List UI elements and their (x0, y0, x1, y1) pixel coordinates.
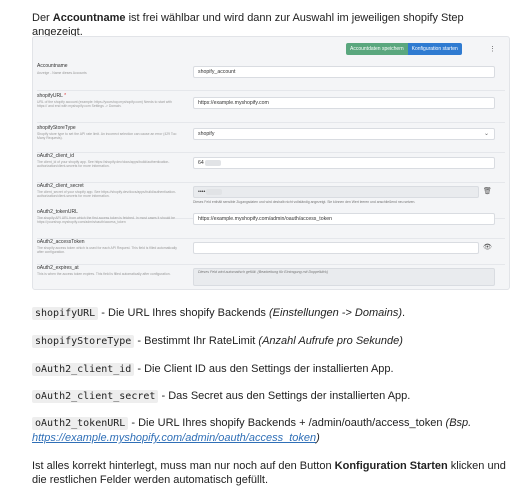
storetype-selected-value: shopify (198, 131, 215, 137)
redacted-mask (204, 159, 221, 166)
toolbar: Accountdaten speichern Konfiguration sta… (346, 43, 462, 55)
account-form-panel: Accountdaten speichern Konfiguration sta… (32, 36, 510, 290)
help-accesstoken: The shopify access token which is used f… (37, 246, 177, 254)
help-shopifyurl: URL of the shopify account (example: htt… (37, 100, 172, 108)
param-shopifyurl: shopifyURL - Die URL Ihres shopify Backe… (32, 306, 512, 321)
label-storetype: shopifyStoreType (37, 125, 76, 131)
help-storetype: Shopify store type to set the API rate l… (37, 132, 177, 140)
param-em: (Einstellungen -> Domains) (269, 307, 402, 319)
help-client-secret: The client_secret of your shopify app. S… (37, 190, 177, 198)
label-expires: oAuth2_expires_at (37, 265, 79, 271)
param-text: - Die Client ID aus den Settings der ins… (134, 363, 394, 375)
start-configuration-button[interactable]: Konfiguration starten (407, 43, 462, 55)
row-client-id: oAuth2_client_id The client_id of your s… (33, 153, 509, 183)
label-tokenurl: oAuth2_tokenURL (37, 209, 78, 215)
label-accountname: Accountname (37, 63, 68, 69)
divider (37, 90, 505, 91)
redacted-mask (206, 188, 223, 195)
eye-icon[interactable]: 👁 (483, 243, 492, 251)
param-client-secret: oAuth2_client_secret - Das Secret aus de… (32, 389, 512, 404)
param-text: - Das Secret aus den Settings der instal… (158, 390, 411, 402)
param-text: - Die URL Ihres shopify Backends (98, 307, 269, 319)
divider (37, 122, 505, 123)
param-text: - Die URL Ihres shopify Backends + /admi… (128, 417, 446, 429)
code-client-id: oAuth2_client_id (32, 363, 135, 376)
accountname-input[interactable]: shopify_account (193, 66, 495, 78)
storetype-select[interactable]: shopify ⌄ (193, 128, 495, 140)
intro-paragraph: Der Accountname ist frei wählbar und wir… (32, 11, 512, 39)
help-expires: This is when the access token expires. T… (37, 272, 171, 276)
help-tokenurl: The shopify API URL from which the first… (37, 216, 176, 224)
client-id-input[interactable]: 64 (193, 157, 495, 169)
accesstoken-input[interactable] (193, 242, 479, 254)
row-shopifyurl: shopifyURL * URL of the shopify account … (33, 93, 509, 123)
client-secret-input[interactable]: •••• (193, 186, 479, 198)
label-accesstoken: oAuth2_accessToken (37, 239, 85, 245)
outro-prefix: Ist alles korrekt hinterlegt, muss man n… (32, 460, 335, 472)
code-tokenurl: oAuth2_tokenURL (32, 417, 129, 430)
row-expires: oAuth2_expires_at This is when the acces… (33, 265, 509, 291)
expires-field[interactable]: Dieses Feld wird automatisch gefüllt. (B… (193, 268, 495, 286)
hint-client-secret: Dieses Feld enthält sensible Zugangsdate… (193, 200, 416, 204)
client-secret-value: •••• (198, 189, 206, 195)
row-tokenurl: oAuth2_tokenURL The shopify API URL from… (33, 209, 509, 239)
chevron-down-icon: ⌄ (483, 131, 489, 137)
label-client-secret: oAuth2_client_secret (37, 183, 84, 189)
code-shopifyurl: shopifyURL (32, 307, 99, 320)
client-id-value: 64 (198, 160, 204, 166)
help-client-id: The client_id of your shopify app. See h… (37, 160, 170, 168)
outro-bold: Konfiguration Starten (334, 460, 448, 472)
help-accountname: Anzeige - Name dieses Accounts (37, 71, 87, 75)
outro-paragraph: Ist alles korrekt hinterlegt, muss man n… (32, 459, 512, 487)
label-client-id: oAuth2_client_id (37, 153, 74, 159)
shopifyurl-input[interactable]: https://example.myshopify.com (193, 97, 495, 109)
trash-icon[interactable]: 🗑 (483, 187, 492, 195)
code-storetype: shopifyStoreType (32, 335, 135, 348)
param-client-id: oAuth2_client_id - Die Client ID aus den… (32, 362, 512, 377)
param-end: . (401, 307, 406, 319)
param-text: - Bestimmt Ihr RateLimit (134, 335, 259, 347)
intro-prefix: Der (32, 12, 53, 24)
param-em: (Anzahl Aufrufe pro Sekunde) (258, 335, 403, 347)
param-storetype: shopifyStoreType - Bestimmt Ihr RateLimi… (32, 334, 512, 349)
intro-bold: Accountname (52, 12, 126, 24)
param-tokenurl: oAuth2_tokenURL - Die URL Ihres shopify … (32, 416, 512, 445)
save-account-button[interactable]: Accountdaten speichern (346, 43, 408, 55)
label-shopifyurl: shopifyURL * (37, 93, 67, 99)
row-storetype: shopifyStoreType Shopify store type to s… (33, 125, 509, 153)
code-client-secret: oAuth2_client_secret (32, 390, 159, 403)
kebab-icon[interactable]: ⋮ (489, 45, 496, 53)
tokenurl-input[interactable]: https://example.myshopify.com/admin/oaut… (193, 213, 495, 225)
row-accountname: Accountname Anzeige - Name dieses Accoun… (33, 63, 509, 91)
param-end: ) (316, 432, 320, 444)
row-accesstoken: oAuth2_accessToken The shopify access to… (33, 239, 509, 265)
example-token-url-link[interactable]: https://example.myshopify.com/admin/oaut… (32, 432, 316, 444)
param-em: (Bsp. (445, 417, 472, 429)
